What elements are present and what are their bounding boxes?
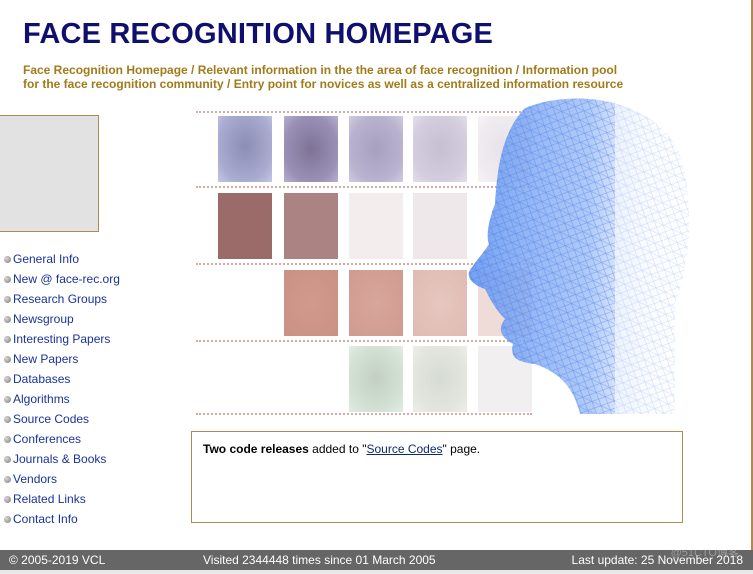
- bullet-icon: [4, 335, 11, 343]
- eigenface-image: [349, 270, 403, 336]
- sidebar-link[interactable]: Contact Info: [13, 512, 78, 526]
- bullet-icon: [4, 255, 11, 263]
- bullet-icon: [4, 475, 11, 483]
- sidebar-item-journals-books[interactable]: Journals & Books: [4, 449, 120, 469]
- news-text-after: " page.: [442, 442, 481, 456]
- eigenface-image: [413, 193, 467, 259]
- news-headline: Two code releases: [203, 442, 309, 456]
- sidebar-link[interactable]: Newsgroup: [13, 312, 74, 326]
- sidebar-link[interactable]: Vendors: [13, 472, 57, 486]
- wireframe-head-image: [468, 94, 695, 414]
- sidebar-item-conferences[interactable]: Conferences: [4, 429, 120, 449]
- sidebar-item-source-codes[interactable]: Source Codes: [4, 409, 120, 429]
- eigenface-image: [284, 116, 338, 182]
- sidebar-item-newsgroup[interactable]: Newsgroup: [4, 309, 120, 329]
- page-title: FACE RECOGNITION HOMEPAGE: [23, 18, 494, 50]
- eigenface-image: [218, 116, 272, 182]
- eigenface-image: [413, 116, 467, 182]
- sidebar-item-new[interactable]: New @ face-rec.org: [4, 269, 120, 289]
- eigenface-image: [349, 193, 403, 259]
- sidebar-link[interactable]: Research Groups: [13, 292, 107, 306]
- sidebar-item-contact-info[interactable]: Contact Info: [4, 509, 120, 529]
- sidebar-nav: General Info New @ face-rec.org Research…: [4, 249, 120, 529]
- sidebar-link[interactable]: Algorithms: [13, 392, 70, 406]
- sidebar-link[interactable]: Conferences: [13, 432, 81, 446]
- eigenface-image: [284, 193, 338, 259]
- sidebar-item-databases[interactable]: Databases: [4, 369, 120, 389]
- sidebar-item-research-groups[interactable]: Research Groups: [4, 289, 120, 309]
- sidebar-link[interactable]: General Info: [13, 252, 79, 266]
- eigenface-image: [413, 346, 467, 412]
- news-box: Two code releases added to "Source Codes…: [191, 431, 683, 523]
- bullet-icon: [4, 495, 11, 503]
- bullet-icon: [4, 295, 11, 303]
- logo-placeholder: [0, 115, 99, 232]
- sidebar-link[interactable]: Databases: [13, 372, 70, 386]
- bullet-icon: [4, 275, 11, 283]
- bullet-icon: [4, 515, 11, 523]
- sidebar-link[interactable]: New @ face-rec.org: [13, 272, 120, 286]
- eigenface-image: [349, 116, 403, 182]
- bullet-icon: [4, 395, 11, 403]
- sidebar-item-related-links[interactable]: Related Links: [4, 489, 120, 509]
- sidebar-item-general-info[interactable]: General Info: [4, 249, 120, 269]
- footer-strip: [0, 570, 753, 574]
- eigenface-image: [413, 270, 467, 336]
- sidebar-link[interactable]: New Papers: [13, 352, 78, 366]
- subtitle-line-1: Face Recognition Homepage / Relevant inf…: [23, 63, 618, 77]
- bullet-icon: [4, 375, 11, 383]
- bullet-icon: [4, 455, 11, 463]
- sidebar-link[interactable]: Interesting Papers: [13, 332, 110, 346]
- eigenface-image: [284, 270, 338, 336]
- eigenface-image: [218, 193, 272, 259]
- sidebar-item-vendors[interactable]: Vendors: [4, 469, 120, 489]
- sidebar-item-new-papers[interactable]: New Papers: [4, 349, 120, 369]
- bullet-icon: [4, 315, 11, 323]
- footer: © 2005-2019 VCL Visited 2344448 times si…: [0, 547, 753, 570]
- bullet-icon: [4, 415, 11, 423]
- sidebar-link[interactable]: Source Codes: [13, 412, 89, 426]
- subtitle-line-2: for the face recognition community / Ent…: [23, 77, 624, 91]
- copyright-text: © 2005-2019 VCL: [9, 553, 106, 567]
- news-item: Two code releases added to "Source Codes…: [203, 442, 480, 456]
- sidebar-item-interesting-papers[interactable]: Interesting Papers: [4, 329, 120, 349]
- eigenface-image: [349, 346, 403, 412]
- sidebar-link[interactable]: Journals & Books: [13, 452, 106, 466]
- bullet-icon: [4, 435, 11, 443]
- sidebar-link[interactable]: Related Links: [13, 492, 86, 506]
- source-codes-link[interactable]: Source Codes: [366, 442, 442, 456]
- page-subtitle: Face Recognition Homepage / Relevant inf…: [23, 63, 663, 91]
- news-text-before: added to ": [308, 442, 367, 456]
- watermark: @51CTO博客: [670, 547, 739, 559]
- bullet-icon: [4, 355, 11, 363]
- sidebar-item-algorithms[interactable]: Algorithms: [4, 389, 120, 409]
- visit-counter: Visited 2344448 times since 01 March 200…: [203, 553, 436, 567]
